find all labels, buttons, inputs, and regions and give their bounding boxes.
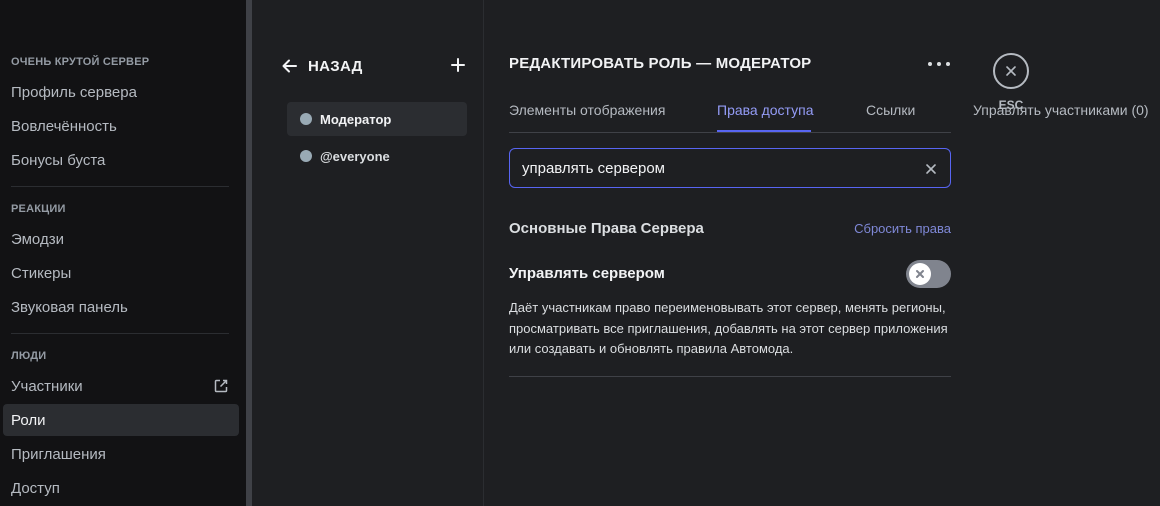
role-color-dot bbox=[300, 150, 312, 162]
sidebar-item-engagement[interactable]: Вовлечённость bbox=[3, 110, 239, 142]
close-icon[interactable] bbox=[924, 162, 938, 176]
tab-permissions[interactable]: Права доступа bbox=[717, 102, 813, 118]
permission-title: Управлять сервером bbox=[509, 265, 665, 282]
tab-links[interactable]: Ссылки bbox=[866, 102, 915, 118]
reset-permissions-link[interactable]: Сбросить права bbox=[854, 221, 951, 236]
more-options-button[interactable] bbox=[926, 54, 952, 74]
permission-search bbox=[509, 148, 951, 188]
sidebar-item-boost-perks[interactable]: Бонусы буста bbox=[3, 144, 239, 176]
sidebar-item-emoji[interactable]: Эмодзи bbox=[3, 223, 239, 255]
sidebar-item-roles[interactable]: Роли bbox=[3, 404, 239, 436]
sidebar-divider bbox=[11, 186, 229, 187]
dot-icon bbox=[928, 62, 932, 66]
sidebar-item-access[interactable]: Доступ bbox=[3, 472, 239, 504]
role-color-dot bbox=[300, 113, 312, 125]
sidebar-item-server-profile[interactable]: Профиль сервера bbox=[3, 76, 239, 108]
role-name: Модератор bbox=[320, 111, 392, 127]
permission-divider bbox=[509, 376, 951, 377]
permission-group-title: Основные Права Сервера bbox=[509, 220, 704, 237]
section-header-people: Люди bbox=[11, 350, 47, 362]
dot-icon bbox=[937, 62, 941, 66]
section-header-reactions: Реакции bbox=[11, 203, 66, 215]
roles-list-panel: НАЗАД Модератор @everyone bbox=[252, 0, 484, 506]
search-input[interactable] bbox=[522, 159, 912, 177]
arrow-left-icon bbox=[282, 59, 297, 73]
role-item-everyone[interactable]: @everyone bbox=[287, 139, 467, 173]
esc-label: ESC bbox=[998, 98, 1024, 112]
sidebar-item-soundboard[interactable]: Звуковая панель bbox=[3, 291, 239, 323]
toggle-knob bbox=[909, 263, 931, 285]
role-name: @everyone bbox=[320, 148, 390, 164]
permission-toggle[interactable] bbox=[906, 260, 951, 288]
sidebar-divider bbox=[11, 333, 229, 334]
sidebar-item-invites[interactable]: Приглашения bbox=[3, 438, 239, 470]
close-button[interactable] bbox=[993, 53, 1029, 89]
sidebar-item-stickers[interactable]: Стикеры bbox=[3, 257, 239, 289]
sidebar-item-members[interactable]: Участники bbox=[3, 370, 239, 402]
role-item-moderator[interactable]: Модератор bbox=[287, 102, 467, 136]
back-label: НАЗАД bbox=[308, 57, 363, 75]
page-title: РЕДАКТИРОВАТЬ РОЛЬ — МОДЕРАТОР bbox=[509, 55, 812, 72]
permission-description: Даёт участникам право переименовывать эт… bbox=[509, 300, 948, 356]
section-header-server: Очень крутой сервер bbox=[11, 56, 150, 68]
settings-sidebar: Очень крутой сервер Профиль сервера Вовл… bbox=[0, 0, 246, 506]
tab-display[interactable]: Элементы отображения bbox=[509, 102, 665, 118]
close-icon bbox=[1006, 66, 1016, 76]
external-link-icon bbox=[214, 379, 228, 393]
dot-icon bbox=[946, 62, 950, 66]
close-icon bbox=[916, 270, 924, 278]
sidebar-item-label: Участники bbox=[11, 377, 83, 395]
plus-icon[interactable] bbox=[448, 55, 468, 75]
tabs-divider bbox=[509, 132, 951, 133]
back-button[interactable]: НАЗАД bbox=[280, 54, 466, 78]
